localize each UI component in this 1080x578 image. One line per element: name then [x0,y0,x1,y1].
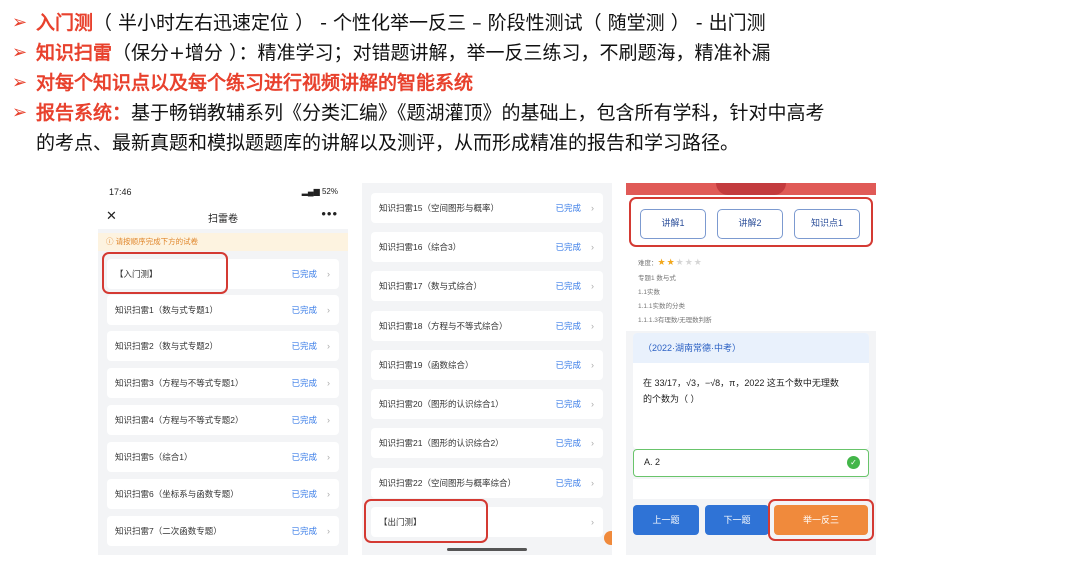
chevron-right-icon: › [327,489,330,499]
list-item[interactable]: 知识扫雷1（数与式专题1） 已完成 › [107,295,339,325]
topic-line: 1.1实数 [638,289,661,296]
chevron-right-icon: › [591,438,594,448]
phone-screenshot-list-end: 知识扫雷15（空间图形与概率） 已完成 › 知识扫雷16（综合3） 已完成 › 知识扫雷… [362,183,612,555]
status-badge: 已完成 [291,341,317,351]
phone-screenshot-question: 讲解1 讲解2 知识点1 难度：★★★★★ 专题1 数与式 1.1实数 1.1.… [626,183,876,555]
arrow-icon: ➢ [12,102,28,123]
highlight-frame-tabs [629,197,873,247]
list-item[interactable]: 知识扫雷20（图形的认识综合1） 已完成 › [371,389,603,419]
status-badge: 已完成 [291,269,317,279]
chevron-right-icon: › [591,517,594,527]
difficulty-rating: 难度：★★★★★ [638,257,703,267]
status-badge: 已完成 [555,242,581,252]
status-badge: 已完成 [291,415,317,425]
more-icon[interactable]: ••• [321,206,338,221]
nav-bar: ✕ 扫雷卷 ••• [98,203,348,229]
list-item[interactable]: 知识扫雷21（图形的认识综合2） 已完成 › [371,428,603,458]
chevron-right-icon: › [327,452,330,462]
status-badge: 已完成 [555,281,581,291]
list-item[interactable]: 知识扫雷6（坐标系与函数专题） 已完成 › [107,479,339,509]
topic-line: 1.1.1实数的分类 [638,303,685,310]
chevron-right-icon: › [327,378,330,388]
list-item[interactable]: 知识扫雷7（二次函数专题） 已完成 › [107,516,339,546]
topic-line: 专题1 数与式 [638,275,676,282]
arrow-icon: ➢ [12,42,28,63]
status-badge: 已完成 [291,452,317,462]
arrow-icon: ➢ [12,12,28,33]
video-area [626,183,876,195]
status-badge: 已完成 [291,526,317,536]
list-item[interactable]: 知识扫雷15（空间图形与概率） 已完成 › [371,193,603,223]
bullet-list: ➢ 入门测（ 半小时左右迅速定位 ） - 个性化举一反三 – 阶段性测试（ 随堂测… [12,8,1072,158]
status-badge: 已完成 [555,203,581,213]
chevron-right-icon: › [327,341,330,351]
list-item[interactable]: 知识扫雷19（函数综合） 已完成 › [371,350,603,380]
star-icon: ★★★★★ [657,257,703,267]
chevron-right-icon: › [591,203,594,213]
bullet-1: ➢ 入门测（ 半小时左右迅速定位 ） - 个性化举一反三 – 阶段性测试（ 随堂测… [12,8,1072,38]
list-item[interactable]: 知识扫雷5（综合1） 已完成 › [107,442,339,472]
list-item[interactable]: 知识扫雷17（数与式综合） 已完成 › [371,271,603,301]
home-indicator [447,548,527,551]
bullet-4: ➢ 报告系统：基于畅销教辅系列《分类汇编》《题湖灌顶》的基础上，包含所有学科，针对… [12,98,1072,128]
page-title: 扫雷卷 [208,214,238,225]
list-item[interactable]: 知识扫雷22（空间图形与概率综合） 已完成 › [371,468,603,498]
chevron-right-icon: › [591,321,594,331]
status-badge: 已完成 [291,489,317,499]
chevron-right-icon: › [591,478,594,488]
list-item[interactable]: 知识扫雷4（方程与不等式专题2） 已完成 › [107,405,339,435]
status-badge: 已完成 [555,438,581,448]
status-bar: 17:46 ▂▄▆ 52% [98,183,348,203]
question-card: （2022·湖南常德·中考） 在 33/17，√3，−√8，π，2022 这五个… [633,333,869,449]
topic-line: 1.1.1.3有理数/无理数判断 [638,317,712,324]
status-badge: 已完成 [555,399,581,409]
highlight-frame-exit-test [364,499,488,543]
notice-banner: ⓘ 请按顺序完成下方的试卷 [98,233,348,251]
question-text: 在 33/17，√3，−√8，π，2022 这五个数中无理数 的个数为（ ） [643,378,839,404]
list-item[interactable]: 知识扫雷18（方程与不等式综合） 已完成 › [371,311,603,341]
floating-tab[interactable] [604,531,612,545]
list-item[interactable]: 知识扫雷3（方程与不等式专题1） 已完成 › [107,368,339,398]
next-question-button[interactable]: 下一题 [705,505,769,535]
prev-question-button[interactable]: 上一题 [633,505,699,535]
status-badge: 已完成 [291,305,317,315]
signal-icon: ▂▄▆ [301,187,322,196]
chevron-right-icon: › [327,305,330,315]
chevron-right-icon: › [591,399,594,409]
knowledge-info: 难度：★★★★★ 专题1 数与式 1.1实数 1.1.1实数的分类 1.1.1.… [626,255,876,331]
highlight-frame-practice-more [768,499,874,541]
battery-indicator: ▂▄▆ 52% [301,187,338,196]
list-item[interactable]: 知识扫雷16（综合3） 已完成 › [371,232,603,262]
chevron-right-icon: › [591,281,594,291]
chevron-right-icon: › [327,269,330,279]
status-badge: 已完成 [291,378,317,388]
bullet-3: ➢ 对每个知识点以及每个练习进行视频讲解的智能系统 [12,68,1072,98]
arrow-icon: ➢ [12,72,28,93]
status-time: 17:46 [109,187,132,197]
highlight-frame-entry-test [102,252,228,294]
list-item[interactable]: 知识扫雷2（数与式专题2） 已完成 › [107,331,339,361]
chevron-right-icon: › [327,415,330,425]
check-icon: ✓ [847,456,860,469]
chevron-right-icon: › [327,526,330,536]
chevron-right-icon: › [591,242,594,252]
status-badge: 已完成 [555,360,581,370]
info-icon: ⓘ [106,237,116,246]
status-badge: 已完成 [555,321,581,331]
bullet-4-continued: 的考点、最新真题和模拟题题库的讲解以及测评，从而形成精准的报告和学习路径。 [36,132,740,154]
chevron-right-icon: › [591,360,594,370]
phone-screenshot-list-start: 17:46 ▂▄▆ 52% ✕ 扫雷卷 ••• ⓘ 请按顺序完成下方的试卷 【入… [98,183,348,555]
question-source: （2022·湖南常德·中考） [633,333,869,363]
bullet-2: ➢ 知识扫雷（保分+增分 ）：精准学习；对错题讲解，举一反三练习，不刷题海，精准补… [12,38,1072,68]
status-badge: 已完成 [555,478,581,488]
answer-option[interactable]: A. 2 ✓ [633,449,869,477]
